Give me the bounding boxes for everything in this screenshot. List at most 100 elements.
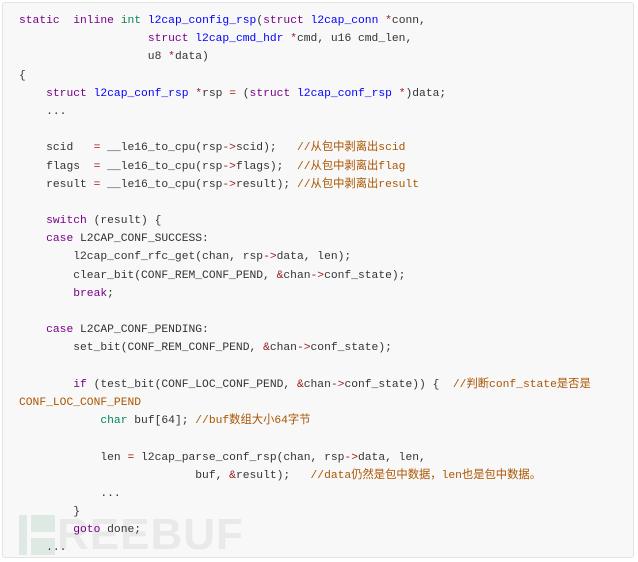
identifier-token: l2cap_config_rsp xyxy=(147,15,257,27)
operator-token: -> xyxy=(330,378,345,391)
keyword-token: struct xyxy=(46,87,87,100)
comment-token: CONF_LOC_CONF_PEND xyxy=(19,396,142,409)
code-text: result xyxy=(19,178,94,191)
code-text: chan xyxy=(269,342,297,355)
comment-token: //判断conf_state是否是 xyxy=(452,378,591,391)
keyword-token: struct xyxy=(249,87,291,100)
code-text: ... xyxy=(19,542,67,555)
identifier-token: l2cap_conn xyxy=(310,15,379,27)
operator-token: -> xyxy=(344,451,358,464)
code-text: chan xyxy=(283,269,311,282)
code-text: ( xyxy=(235,87,250,100)
code-line: case L2CAP_CONF_SUCCESS: xyxy=(19,230,633,248)
code-line: { xyxy=(19,67,633,85)
code-line: ... xyxy=(19,103,633,121)
code-text: (test_bit(CONF_LOC_CONF_PEND, xyxy=(86,378,297,391)
operator-token: * xyxy=(385,15,392,27)
code-content: static inline int l2cap_config_rsp(struc… xyxy=(3,3,633,557)
code-line: ... xyxy=(19,485,633,503)
code-text: flags xyxy=(19,160,94,173)
code-text: scid xyxy=(19,142,94,155)
code-text: } xyxy=(19,506,81,519)
keyword-token: switch xyxy=(46,215,87,228)
code-line: char buf[64]; //buf数组大小64字节 xyxy=(19,412,633,430)
code-text: __le16_to_cpu(rsp xyxy=(100,160,223,173)
comment-token: //从包中剥离出result xyxy=(296,178,419,191)
identifier-token: l2cap_cmd_hdr xyxy=(195,33,284,46)
keyword-token: break xyxy=(73,287,108,300)
identifier-token: l2cap_conf_rsp xyxy=(93,87,189,100)
operator-token: -> xyxy=(222,142,236,155)
code-text: ... xyxy=(19,487,121,500)
operator-token: & xyxy=(296,378,304,391)
keyword-token: case xyxy=(46,233,74,246)
operator-token: * xyxy=(398,87,406,100)
code-line: scid = __le16_to_cpu(rsp->scid); //从包中剥离… xyxy=(19,139,633,157)
code-text: L2CAP_CONF_SUCCESS: xyxy=(73,233,209,246)
code-text: result); xyxy=(235,469,311,482)
operator-token: * xyxy=(168,51,175,64)
code-text: __le16_to_cpu(rsp xyxy=(100,142,223,155)
code-text: len xyxy=(19,451,128,464)
code-text: (result) { xyxy=(86,215,162,228)
code-line: break; xyxy=(19,285,633,303)
code-text: data, len); xyxy=(276,251,352,264)
operator-token: -> xyxy=(222,178,236,191)
keyword-token: if xyxy=(73,378,87,391)
keyword-token: goto xyxy=(73,524,101,537)
code-line: CONF_LOC_CONF_PEND xyxy=(19,394,633,412)
operator-token: & xyxy=(229,469,236,482)
code-text: set_bit(CONF_REM_CONF_PEND, xyxy=(19,342,264,355)
operator-token: * xyxy=(290,33,297,46)
code-text: scid); xyxy=(235,142,297,155)
code-text: u8 xyxy=(19,51,169,64)
code-line: struct l2cap_conf_rsp *rsp = (struct l2c… xyxy=(19,85,633,103)
code-line: l2cap_conf_rfc_get(chan, rsp->data, len)… xyxy=(19,248,633,266)
code-text: conf_state)) { xyxy=(344,378,453,391)
code-line: set_bit(CONF_REM_CONF_PEND, &chan->conf_… xyxy=(19,339,633,357)
type-token: char xyxy=(100,415,128,428)
keyword-token: struct xyxy=(263,15,304,27)
operator-token: -> xyxy=(263,251,277,264)
code-text: flags); xyxy=(235,160,297,173)
code-text: __le16_to_cpu(rsp xyxy=(100,178,223,191)
operator-token: & xyxy=(263,342,270,355)
code-text: )data; xyxy=(405,87,447,100)
operator-token: -> xyxy=(296,342,311,355)
operator-token: = xyxy=(229,87,236,100)
comment-token: //data仍然是包中数据，len也是包中数据。 xyxy=(310,469,541,482)
code-text: conn, xyxy=(391,15,426,27)
code-line: flags = __le16_to_cpu(rsp->flags); //从包中… xyxy=(19,158,633,176)
code-text: cmd, u16 cmd_len, xyxy=(296,33,413,46)
operator-token: -> xyxy=(310,269,325,282)
comment-token: //从包中剥离出scid xyxy=(296,142,406,155)
code-text: result); xyxy=(235,178,297,191)
code-line: case L2CAP_CONF_PENDING: xyxy=(19,321,633,339)
code-line: u8 *data) xyxy=(19,48,633,66)
code-text: l2cap_parse_conf_rsp(chan, rsp xyxy=(134,451,345,464)
type-token: int xyxy=(120,15,142,27)
code-line: len = l2cap_parse_conf_rsp(chan, rsp->da… xyxy=(19,449,633,467)
keyword-token: static xyxy=(19,15,60,27)
identifier-token: l2cap_conf_rsp xyxy=(297,87,392,100)
code-text: L2CAP_CONF_PENDING: xyxy=(73,324,209,337)
